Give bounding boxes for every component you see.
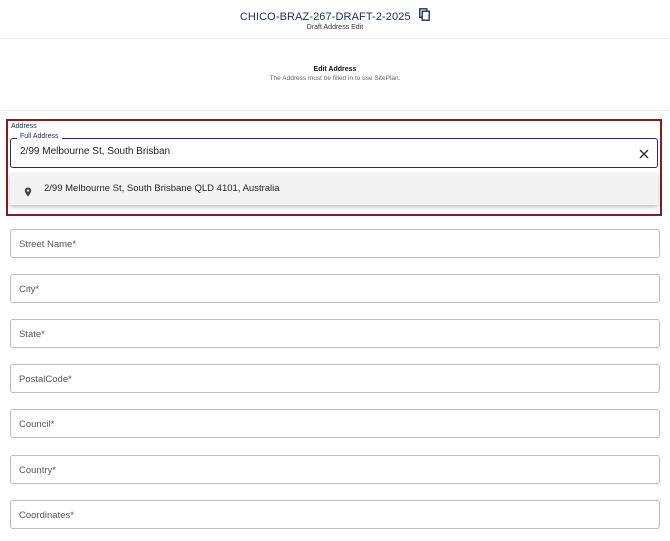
header: CHICO-BRAZ-267-DRAFT-2-2025 Draft Addres… [0, 0, 670, 39]
close-icon[interactable] [638, 147, 650, 159]
city-field[interactable]: City* [10, 274, 660, 303]
full-address-field[interactable]: Full Address [10, 133, 658, 168]
country-field[interactable]: Country* [10, 455, 660, 484]
city-label: City* [19, 284, 40, 295]
postal-code-field[interactable]: PostalCode* [10, 364, 660, 393]
edit-address-section: Edit Address The Address must be filled … [0, 38, 670, 111]
country-label: Country* [19, 465, 56, 476]
project-id: CHICO-BRAZ-267-DRAFT-2-2025 [239, 11, 411, 23]
state-field[interactable]: State* [10, 319, 660, 348]
coordinates-field[interactable]: Coordinates* [10, 500, 660, 529]
street-name-field[interactable]: Street Name* [10, 229, 660, 258]
full-address-input[interactable] [20, 146, 620, 157]
council-label: Council* [19, 419, 55, 430]
suggestion-text: 2/99 Melbourne St, South Brisbane QLD 41… [44, 183, 280, 194]
address-suggestion[interactable]: 2/99 Melbourne St, South Brisbane QLD 41… [10, 173, 658, 205]
page-subtitle: Draft Address Edit [306, 24, 364, 31]
location-pin-icon [24, 184, 32, 197]
address-group: Address Full Address 2/99 Melbourne St, … [6, 119, 662, 216]
section-title: Edit Address [313, 66, 357, 73]
street-name-label: Street Name* [19, 239, 77, 250]
address-label: Address [11, 123, 37, 130]
full-address-label: Full Address [17, 133, 62, 140]
council-field[interactable]: Council* [10, 409, 660, 438]
state-label: State* [19, 329, 45, 340]
section-description: The Address must be filled in to use Sit… [269, 75, 401, 82]
coordinates-label: Coordinates* [19, 510, 74, 521]
postal-code-label: PostalCode* [19, 374, 72, 385]
